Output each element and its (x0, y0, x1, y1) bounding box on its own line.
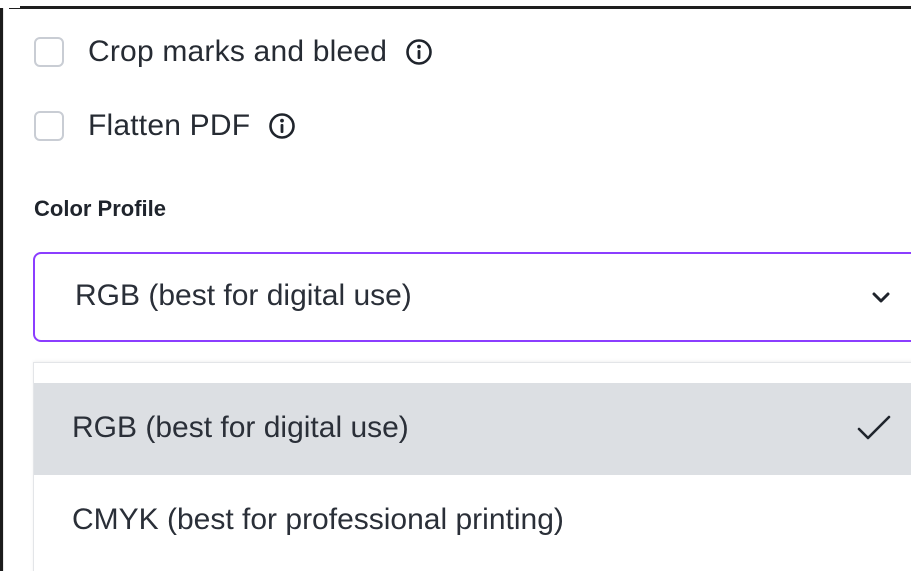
flatten-pdf-checkbox[interactable] (34, 111, 64, 141)
chevron-down-icon[interactable] (870, 289, 892, 305)
check-icon (856, 413, 892, 443)
flatten-pdf-option[interactable]: Flatten PDF (34, 106, 296, 146)
info-icon[interactable] (405, 38, 433, 66)
crop-marks-option[interactable]: Crop marks and bleed (34, 32, 433, 72)
color-profile-select[interactable]: RGB (best for digital use) (33, 252, 911, 342)
menu-item-rgb[interactable]: RGB (best for digital use) (34, 383, 911, 475)
panel-left-border (0, 0, 9, 571)
panel-corner (0, 0, 20, 8)
flatten-pdf-label[interactable]: Flatten PDF (88, 109, 250, 143)
info-icon[interactable] (268, 112, 296, 140)
menu-item-cmyk[interactable]: CMYK (best for professional printing) (34, 475, 911, 567)
export-settings-panel: Crop marks and bleed Flatten PDF Color P… (0, 0, 911, 571)
crop-marks-label[interactable]: Crop marks and bleed (88, 35, 387, 69)
color-profile-title: Color Profile (34, 196, 167, 221)
panel-top-border (0, 0, 911, 11)
color-profile-selected-value[interactable]: RGB (best for digital use) (75, 279, 412, 313)
menu-item-label[interactable]: RGB (best for digital use) (72, 411, 409, 445)
crop-marks-checkbox[interactable] (34, 37, 64, 67)
color-profile-menu: RGB (best for digital use) CMYK (best fo… (33, 362, 911, 571)
menu-item-label[interactable]: CMYK (best for professional printing) (72, 503, 564, 537)
